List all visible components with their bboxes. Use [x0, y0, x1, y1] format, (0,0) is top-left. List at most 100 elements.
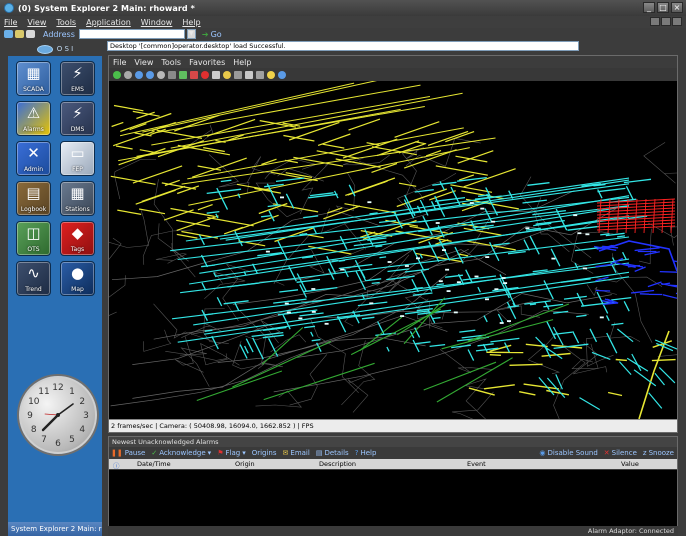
launcher-tile-logbook[interactable]: ▤ Logbook — [16, 181, 51, 216]
launcher-tile-trend[interactable]: ∿ Trend — [16, 261, 51, 296]
column-value[interactable]: Value — [621, 460, 639, 468]
details-button[interactable]: ▤ Details — [316, 449, 349, 457]
launcher-tile-stations[interactable]: ▦ Stations — [60, 181, 95, 216]
email-button[interactable]: ✉ Email — [283, 449, 310, 457]
clock-number: 1 — [69, 387, 75, 397]
copy-icon[interactable] — [245, 70, 253, 79]
menu-window[interactable]: Window — [141, 18, 173, 27]
alarms-table-body[interactable] — [109, 470, 677, 526]
launcher-tile-dms[interactable]: ⚡ DMS — [60, 101, 95, 136]
launcher-tile-scada[interactable]: ▦ SCADA — [16, 61, 51, 96]
help-button[interactable]: ? Help — [355, 449, 377, 457]
network-map-3d[interactable] — [109, 81, 677, 419]
alarms-toolbar: ❚❚ Pause ✓ Acknowledge ▾ ⚑ Flag ▾ Origins ✉ Em… — [109, 447, 677, 459]
undo-icon[interactable] — [124, 70, 132, 79]
address-dropdown-button[interactable]: ▼ — [186, 29, 196, 39]
silence-button[interactable]: ✕ Silence — [604, 449, 637, 457]
acknowledge-button[interactable]: ✓ Acknowledge ▾ — [151, 449, 211, 457]
viewer-menu-favorites[interactable]: Favorites — [189, 58, 225, 67]
mdi-close-button[interactable] — [672, 17, 682, 26]
menu-view[interactable]: View — [27, 18, 46, 27]
screen-icon[interactable] — [168, 70, 176, 79]
clock-hour-hand — [41, 413, 60, 432]
launcher-tile-label: Tags — [70, 246, 85, 253]
back-icon[interactable] — [4, 30, 13, 38]
clock-number: 2 — [79, 397, 85, 407]
viewer-menu-view[interactable]: View — [134, 58, 153, 67]
menu-tools[interactable]: Tools — [56, 18, 76, 27]
app-icon — [4, 3, 14, 13]
info-icon[interactable] — [278, 70, 286, 79]
zoom-out-icon[interactable] — [146, 70, 154, 79]
folder-icon[interactable] — [15, 30, 24, 38]
launcher-tile-label: Admin — [23, 166, 44, 173]
launcher-tile-admin[interactable]: ✕ Admin — [16, 141, 51, 176]
snooze-button[interactable]: z Snooze — [643, 449, 674, 457]
launcher-tile-alarms[interactable]: ⚠ Alarms — [16, 101, 51, 136]
stations-icon: ▦ — [70, 184, 85, 202]
reset-view-icon[interactable] — [157, 70, 165, 79]
launcher-tile-label: EMS — [71, 86, 84, 93]
settings-icon[interactable] — [256, 70, 264, 79]
launcher-tile-tags[interactable]: ◆ Tags — [60, 221, 95, 256]
launcher-tile-label: Map — [71, 286, 84, 293]
disable-sound-button[interactable]: ◉ Disable Sound — [539, 449, 597, 457]
record-icon[interactable] — [201, 70, 209, 79]
launcher-tile-ots[interactable]: ◫ OTS — [16, 221, 51, 256]
ems-icon: ⚡ — [72, 64, 83, 82]
menu-file[interactable]: File — [4, 18, 17, 27]
details-icon: ▤ — [315, 449, 323, 457]
chevron-down-icon: ▾ — [207, 449, 212, 457]
column-origin[interactable]: Origin — [235, 460, 255, 468]
scada-icon: ▦ — [26, 64, 41, 82]
column-description[interactable]: Description — [319, 460, 356, 468]
zoom-in-icon[interactable] — [135, 70, 143, 79]
silence-icon: ✕ — [603, 449, 610, 457]
pause-button[interactable]: ❚❚ Pause — [111, 449, 145, 457]
launcher-tile-label: DMS — [70, 126, 85, 133]
go-button[interactable]: ➔ Go — [202, 30, 222, 39]
taskbar-button[interactable]: System Explorer 2 Main: rho — [8, 522, 102, 536]
launcher-tile-fep[interactable]: ▭ FEP — [60, 141, 95, 176]
chart-icon[interactable] — [190, 70, 198, 79]
pan-icon[interactable] — [223, 70, 231, 79]
tags-icon: ◆ — [71, 224, 84, 242]
info-column-icon: ⓘ — [113, 462, 120, 470]
alarms-icon: ⚠ — [26, 104, 41, 122]
clock-number: 12 — [52, 383, 63, 393]
origins-button[interactable]: Origins — [252, 449, 277, 457]
viewer-menu-help[interactable]: Help — [233, 58, 251, 67]
alarms-title: Newest Unacknowledged Alarms — [109, 437, 677, 447]
viewer-menu-tools[interactable]: Tools — [161, 58, 181, 67]
address-toolbar: Address ▼ ➔ Go — [0, 28, 686, 40]
menu-help[interactable]: Help — [182, 18, 200, 27]
trend-icon: ∿ — [27, 264, 40, 282]
layer-icon[interactable] — [234, 70, 242, 79]
graph-icon[interactable] — [179, 70, 187, 79]
save-icon[interactable] — [26, 30, 35, 38]
launcher-tile-label: Trend — [25, 286, 42, 293]
menu-application[interactable]: Application — [86, 18, 131, 27]
mdi-minimize-button[interactable] — [650, 17, 660, 26]
clock-number: 10 — [28, 397, 40, 407]
window-title: (0) System Explorer 2 Main: rhoward * — [18, 3, 195, 13]
mdi-restore-button[interactable] — [661, 17, 671, 26]
viewer-menu-file[interactable]: File — [113, 58, 126, 67]
close-button[interactable]: × — [671, 2, 683, 13]
alarms-panel: Newest Unacknowledged Alarms ❚❚ Pause ✓ Ac… — [108, 436, 678, 526]
flag-button[interactable]: ⚑ Flag ▾ — [217, 449, 246, 457]
title-bar: (0) System Explorer 2 Main: rhoward * _ … — [0, 0, 686, 16]
launcher-tile-map[interactable]: ● Map — [60, 261, 95, 296]
address-input[interactable] — [78, 29, 185, 39]
email-icon: ✉ — [282, 449, 289, 457]
minimize-button[interactable]: _ — [643, 2, 655, 13]
maximize-button[interactable]: □ — [657, 2, 669, 13]
clock-number: 7 — [41, 435, 47, 445]
column-event[interactable]: Event — [467, 460, 486, 468]
viewer-toolbar — [109, 68, 677, 81]
play-icon[interactable] — [113, 70, 121, 79]
bulb-icon[interactable] — [267, 70, 275, 79]
launcher-tile-ems[interactable]: ⚡ EMS — [60, 61, 95, 96]
tool-icon[interactable] — [212, 70, 220, 79]
column-datetime[interactable]: Date/Time — [137, 460, 171, 468]
